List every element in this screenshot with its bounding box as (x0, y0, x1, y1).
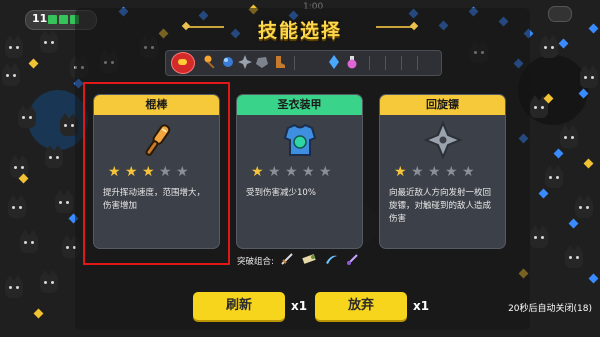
character-avatar-icon (171, 52, 195, 74)
star-filled-icon: ★ (251, 164, 264, 180)
skill-card-armor[interactable]: 圣衣装甲 ★ ★ ★ ★ ★ 受到伤害减少10% (237, 95, 362, 248)
skill-card-boomerang[interactable]: 回旋镖 ★ ★ ★ ★ ★ 向最近敌人方向发射一枚回旋镖，对触碰到的敌人造成伤害 (380, 95, 505, 248)
scroll-icon (302, 251, 316, 265)
skill-level-stars: ★ ★ ★ ★ ★ (394, 165, 476, 179)
star-empty-icon: ★ (319, 164, 332, 180)
abandon-count: x1 (413, 299, 430, 313)
boomerang-shuriken-icon (380, 119, 505, 161)
stone-icon (254, 54, 270, 70)
exp-gem (28, 58, 39, 69)
crescent-icon (324, 251, 338, 265)
potion-icon (344, 54, 360, 70)
auto-close-countdown: 20秒后自动关闭(18) (508, 304, 592, 314)
star-empty-icon: ★ (268, 164, 281, 180)
enemy-cat-sprite (580, 65, 598, 88)
enemy-cat-sprite (18, 105, 36, 128)
enemy-cat-sprite (575, 195, 593, 218)
exp-gem (568, 218, 579, 229)
star-empty-icon: ★ (302, 164, 315, 180)
inventory-divider (294, 56, 295, 70)
star-filled-icon: ★ (394, 164, 407, 180)
exp-gem (583, 158, 594, 169)
refresh-button[interactable]: 刷新 (193, 292, 285, 320)
torch-icon (203, 54, 219, 70)
break-combo-icons (280, 251, 360, 265)
empty-slot (401, 56, 402, 70)
blue-crystal-icon (326, 54, 342, 70)
enemy-cat-sprite (55, 190, 73, 213)
enemy-cat-sprite (8, 195, 26, 218)
exp-gem (588, 273, 599, 284)
star-empty-icon: ★ (285, 164, 298, 180)
skill-level-stars: ★ ★ ★ ★ ★ (251, 165, 333, 179)
skill-inventory-bar (165, 50, 442, 76)
exp-gem (553, 148, 564, 159)
enemy-cat-sprite (5, 275, 23, 298)
exp-gem (538, 188, 549, 199)
card-title: 回旋镖 (380, 95, 505, 115)
enemy-cat-sprite (45, 145, 63, 168)
blue-orb-icon (220, 54, 236, 70)
selected-card-highlight (83, 82, 230, 265)
sword-icon (280, 251, 294, 265)
empty-slot (369, 56, 370, 70)
dagger-icon (346, 251, 360, 265)
card-description: 受到伤害减少10% (246, 188, 316, 198)
star-empty-icon: ★ (462, 164, 475, 180)
empty-slot (417, 56, 418, 70)
card-description: 向最近敌人方向发射一枚回旋镖，对触碰到的敌人造成伤害 (389, 188, 492, 224)
dialog-title: 技能选择 (257, 20, 342, 42)
enemy-cat-sprite (530, 225, 548, 248)
enemy-cat-sprite (545, 165, 563, 188)
armor-icon (237, 119, 362, 161)
exp-gem (33, 308, 44, 319)
empty-slot (385, 56, 386, 70)
abandon-button[interactable]: 放弃 (315, 292, 407, 320)
break-combo-label: 突破组合: (237, 257, 274, 267)
enemy-cat-sprite (560, 125, 578, 148)
star-empty-icon: ★ (411, 164, 424, 180)
enemy-cat-sprite (20, 230, 38, 253)
refresh-count: x1 (291, 299, 308, 313)
enemy-cat-sprite (2, 63, 20, 86)
title-decoration-right (376, 26, 414, 28)
enemy-cat-sprite (530, 95, 548, 118)
boot-icon (271, 54, 287, 70)
enemy-cat-sprite (565, 245, 583, 268)
enemy-cat-sprite (40, 270, 58, 293)
star-empty-icon: ★ (445, 164, 458, 180)
shuriken-icon (237, 54, 253, 70)
star-empty-icon: ★ (428, 164, 441, 180)
card-title: 圣衣装甲 (237, 95, 362, 115)
